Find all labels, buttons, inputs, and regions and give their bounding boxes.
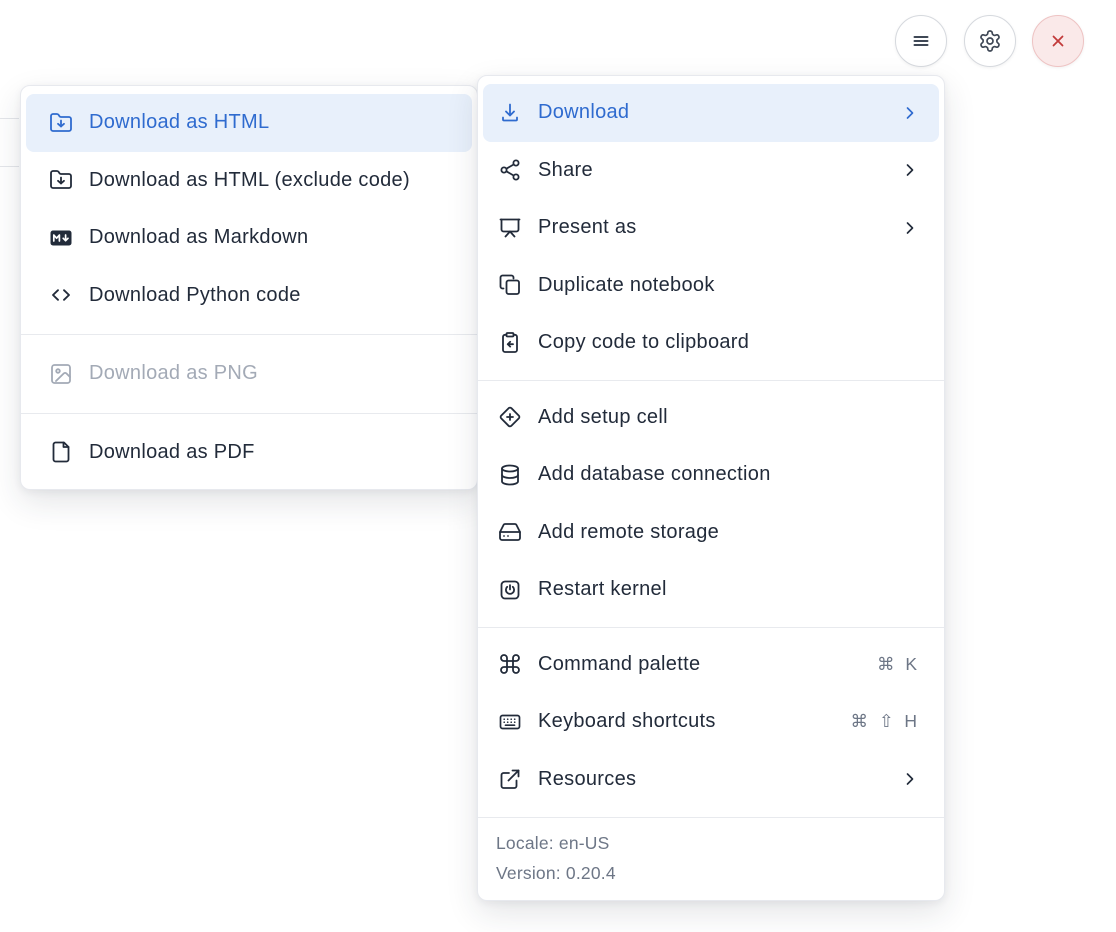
menu-item-label: Download as HTML [89, 111, 269, 134]
menu-item-download-as-png: Download as PNG [21, 345, 477, 403]
background-cell-border [0, 166, 19, 167]
menu-item-label: Download as Markdown [89, 226, 308, 249]
chevron-right-icon [900, 218, 920, 238]
clipboard-arrow-icon [498, 331, 522, 355]
menu-divider [21, 413, 477, 414]
menu-item-label: Share [538, 159, 593, 182]
presentation-icon [498, 216, 522, 240]
download-icon [498, 101, 522, 125]
menu-item-download-as-pdf[interactable]: Download as PDF [21, 424, 477, 482]
markdown-download-icon [49, 226, 73, 250]
menu-item-label: Restart kernel [538, 578, 667, 601]
menu-item-add-setup-cell[interactable]: Add setup cell [478, 389, 944, 447]
menu-item-download-as-html[interactable]: Download as HTML [26, 94, 472, 152]
menu-item-copy-code-to-clipboard[interactable]: Copy code to clipboard [478, 314, 944, 372]
menu-divider [478, 380, 944, 381]
power-icon [498, 578, 522, 602]
menu-item-label: Add database connection [538, 463, 771, 486]
menu-item-label: Download as HTML (exclude code) [89, 169, 410, 192]
gear-icon [978, 29, 1002, 53]
keyboard-shortcut-hint: ⌘ ⇧ H [850, 711, 920, 732]
menu-item-duplicate-notebook[interactable]: Duplicate notebook [478, 257, 944, 315]
menu-item-add-remote-storage[interactable]: Add remote storage [478, 504, 944, 562]
menu-item-resources[interactable]: Resources [478, 751, 944, 809]
hard-drive-icon [498, 520, 522, 544]
menu-item-label: Duplicate notebook [538, 274, 715, 297]
menu-item-share[interactable]: Share [478, 142, 944, 200]
locale-text: Locale: en-US [496, 828, 926, 858]
copy-icon [498, 273, 522, 297]
menu-divider [478, 627, 944, 628]
chevron-right-icon [900, 769, 920, 789]
menu-item-label: Present as [538, 216, 637, 239]
background-cell-border [0, 118, 19, 119]
menu-item-download[interactable]: Download [483, 84, 939, 142]
external-link-icon [498, 767, 522, 791]
close-icon [1046, 29, 1070, 53]
menu-item-download-as-markdown[interactable]: Download as Markdown [21, 209, 477, 267]
menu-item-label: Resources [538, 768, 636, 791]
menu-item-command-palette[interactable]: Command palette ⌘ K [478, 636, 944, 694]
keyboard-shortcut-hint: ⌘ K [877, 654, 920, 675]
menu-footer: Locale: en-US Version: 0.20.4 [478, 817, 944, 900]
menu-divider [21, 334, 477, 335]
menu-item-download-python-code[interactable]: Download Python code [21, 267, 477, 325]
code-icon [49, 283, 73, 307]
menu-item-label: Copy code to clipboard [538, 331, 749, 354]
image-icon [49, 362, 73, 386]
close-button[interactable] [1032, 15, 1084, 67]
download-submenu: Download as HTML Download as HTML (exclu… [20, 85, 478, 490]
file-icon [49, 440, 73, 464]
menu-item-label: Download as PDF [89, 441, 255, 464]
settings-button[interactable] [964, 15, 1016, 67]
hamburger-icon [909, 29, 933, 53]
notebook-actions-menu: Download Share Present as Duplicate note… [477, 75, 945, 901]
menu-item-label: Download [538, 101, 629, 124]
keyboard-icon [498, 710, 522, 734]
share-icon [498, 158, 522, 182]
folder-down-icon [49, 168, 73, 192]
menu-item-label: Add remote storage [538, 521, 719, 544]
version-text: Version: 0.20.4 [496, 858, 926, 888]
menu-item-label: Download as PNG [89, 362, 258, 385]
diamond-plus-icon [498, 405, 522, 429]
menu-item-label: Keyboard shortcuts [538, 710, 716, 733]
menu-item-label: Command palette [538, 653, 700, 676]
menu-item-present-as[interactable]: Present as [478, 199, 944, 257]
menu-item-label: Add setup cell [538, 406, 668, 429]
menu-item-label: Download Python code [89, 284, 301, 307]
menu-item-add-database-connection[interactable]: Add database connection [478, 446, 944, 504]
chevron-right-icon [900, 103, 920, 123]
menu-item-keyboard-shortcuts[interactable]: Keyboard shortcuts ⌘ ⇧ H [478, 693, 944, 751]
hamburger-menu-button[interactable] [895, 15, 947, 67]
folder-down-icon [49, 111, 73, 135]
menu-item-download-as-html-exclude-code[interactable]: Download as HTML (exclude code) [21, 152, 477, 210]
chevron-right-icon [900, 160, 920, 180]
command-icon [498, 652, 522, 676]
menu-item-restart-kernel[interactable]: Restart kernel [478, 561, 944, 619]
database-icon [498, 463, 522, 487]
